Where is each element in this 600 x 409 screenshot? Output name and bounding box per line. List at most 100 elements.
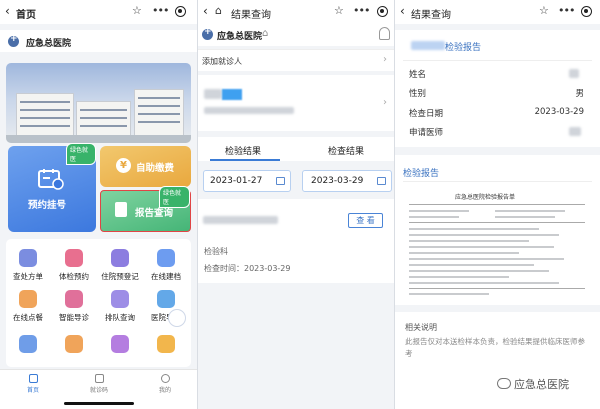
green-tag: 绿色就医 <box>66 143 96 165</box>
page-title: 结果查询 <box>411 10 451 21</box>
queue-icon <box>111 290 129 308</box>
notes-card: 相关说明 此报告仅对本送检样本负责，检验结果提供临床医师参考 <box>395 312 600 409</box>
report-label: 报告查询 <box>135 208 174 219</box>
report-tile[interactable]: 绿色就医 报告查询 <box>100 186 191 232</box>
folder-icon <box>157 249 175 267</box>
grid-item-queue[interactable]: 排队查询 <box>98 290 142 323</box>
add-patient-label: 添加就诊人 <box>202 57 242 66</box>
field-label: 申请医师 <box>409 128 444 138</box>
bed-icon <box>111 249 129 267</box>
grid-apps-icon <box>19 335 37 353</box>
home-icon[interactable]: ⌂ <box>215 4 222 17</box>
calendar-icon <box>276 177 285 185</box>
watermark: 应急总医院 <box>497 376 569 392</box>
result-title-redacted <box>203 216 278 224</box>
report-info-card: 检验报告 姓名 性别 男 检查日期 2023-03-29 申请医师 <box>395 30 600 147</box>
appointment-tile[interactable]: 绿色就医 预约挂号 <box>8 143 96 232</box>
headset-icon[interactable] <box>168 309 186 327</box>
tab-mine[interactable]: 我的 <box>150 374 180 394</box>
report-doc-icon <box>115 202 127 217</box>
home-indicator <box>64 402 134 405</box>
patient-name-redacted <box>204 89 222 99</box>
heart-icon <box>65 249 83 267</box>
guide-icon <box>65 290 83 308</box>
service-grid: 查处方单 体检预约 住院预登记 在线建档 在线点餐 智能导诊 排队查询 医院导航 <box>6 239 191 367</box>
more-dots-icon[interactable]: ••• <box>353 4 370 17</box>
home-screen: ‹ 首页 ☆ ••• 应急总医院 绿色 <box>0 0 197 409</box>
notes-title: 相关说明 <box>405 323 437 332</box>
grid-item[interactable] <box>144 335 188 353</box>
grid-item[interactable] <box>52 335 96 353</box>
star-icon[interactable]: ☆ <box>334 4 344 17</box>
result-query-screen: ‹ ⌂ 结果查询 ☆ ••• 应急总医院 ⌂ 添加就诊人 › › 检验结果 检查… <box>198 0 394 409</box>
hospital-name: 应急总医院 <box>217 32 263 42</box>
payment-label: 自助缴费 <box>136 163 175 174</box>
calendar-clock-icon <box>38 169 64 190</box>
nav-bar: ‹ 首页 ☆ ••• <box>0 0 197 24</box>
calendar-icon <box>377 177 386 185</box>
hospital-logo-icon <box>202 27 213 40</box>
check-time: 检查时间：2023-03-29 <box>204 264 291 273</box>
view-button[interactable]: 查 看 <box>348 213 383 228</box>
add-patient-row[interactable]: 添加就诊人 › <box>198 49 394 71</box>
grid-item-smart-guide[interactable]: 智能导诊 <box>52 290 96 323</box>
grid-item[interactable] <box>98 335 142 353</box>
section-title: 检验报告 <box>403 169 440 179</box>
nav-bar: ‹ ⌂ 结果查询 ☆ ••• <box>198 0 394 24</box>
report-scan-image[interactable]: 应急总医院检验报告单 <box>405 188 589 300</box>
hospital-header: 应急总医院 ⌂ <box>198 24 394 46</box>
tab-exam-results[interactable]: 检查结果 <box>328 144 364 157</box>
payment-tile[interactable]: ¥ 自助缴费 <box>100 146 191 187</box>
page-title: 首页 <box>16 10 36 21</box>
field-label: 检查日期 <box>409 109 444 119</box>
field-label: 姓名 <box>409 70 427 80</box>
nav-bar: ‹ 结果查询 ☆ ••• <box>395 0 600 24</box>
end-date-input[interactable]: 2023-03-29 <box>302 170 392 192</box>
chevron-left-icon[interactable]: ‹ <box>203 4 208 18</box>
record-icon[interactable] <box>581 6 592 17</box>
tab-lab-results[interactable]: 检验结果 <box>225 144 261 157</box>
hospital-header: 应急总医院 <box>0 30 197 52</box>
tab-home[interactable]: 首页 <box>18 374 48 394</box>
more-dots-icon[interactable]: ••• <box>152 4 169 17</box>
tab-visit-code[interactable]: 就诊码 <box>84 374 114 394</box>
notes-text: 此报告仅对本送检样本负责，检验结果提供临床医师参考 <box>405 337 585 358</box>
home-icon[interactable]: ⌂ <box>262 28 268 39</box>
appointment-label: 预约挂号 <box>28 200 67 211</box>
report-name-redacted <box>411 41 445 50</box>
grid-item-online-record[interactable]: 在线建档 <box>144 249 188 282</box>
star-icon[interactable]: ☆ <box>539 4 549 17</box>
doctor-redacted <box>569 127 581 136</box>
meal-icon <box>19 290 37 308</box>
record-icon[interactable] <box>175 6 186 17</box>
clipboard-icon <box>65 335 83 353</box>
user-icon[interactable] <box>379 27 390 40</box>
hospital-banner-image <box>6 63 191 143</box>
patient-badge <box>222 89 242 100</box>
grid-item-physical-exam[interactable]: 体检预约 <box>52 249 96 282</box>
star-icon[interactable]: ☆ <box>132 4 142 17</box>
field-label: 性别 <box>409 89 427 99</box>
hospital-logo-icon <box>8 34 19 47</box>
more-dots-icon[interactable]: ••• <box>558 4 575 17</box>
grid-item-inpatient-register[interactable]: 住院预登记 <box>98 249 142 282</box>
chevron-left-icon[interactable]: ‹ <box>5 4 10 18</box>
record-icon[interactable] <box>377 6 388 17</box>
result-card: 查 看 检验科 检查时间：2023-03-29 <box>198 199 394 283</box>
wechat-icon <box>497 378 511 389</box>
grid-item-order-meal[interactable]: 在线点餐 <box>6 290 50 323</box>
patient-card[interactable]: › <box>198 75 394 131</box>
map-pin-icon <box>157 290 175 308</box>
active-tab-indicator <box>210 159 280 161</box>
gender-value: 男 <box>575 89 584 99</box>
home-icon <box>28 374 38 383</box>
grid-item[interactable] <box>6 335 50 353</box>
grid-item-prescription[interactable]: 查处方单 <box>6 249 50 282</box>
check-date-value: 2023-03-29 <box>534 107 584 117</box>
result-tabs: 检验结果 检查结果 <box>198 137 394 161</box>
name-redacted <box>569 69 579 78</box>
page-title: 结果查询 <box>231 10 271 21</box>
report-title: 检验报告 <box>445 43 482 53</box>
start-date-input[interactable]: 2023-01-27 <box>203 170 291 192</box>
chevron-left-icon[interactable]: ‹ <box>400 4 405 18</box>
